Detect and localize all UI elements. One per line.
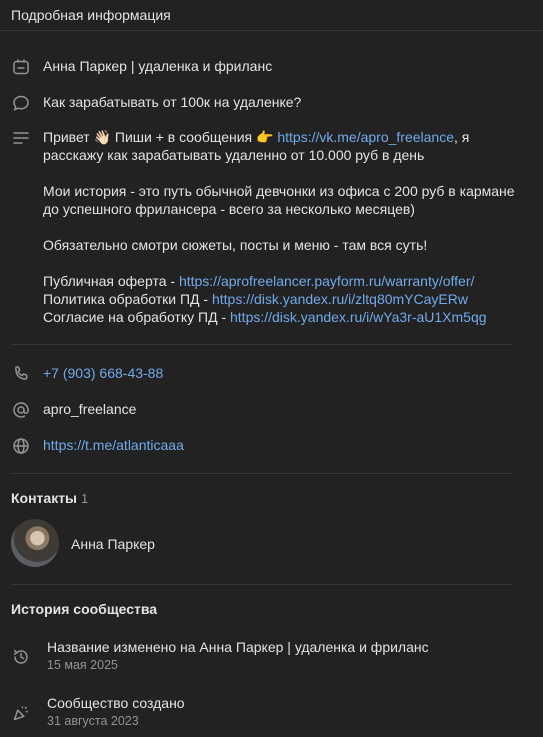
history-item-text: Название изменено на Анна Паркер | удале… [47, 639, 429, 655]
offer-line: Публичная оферта - https://aprofreelance… [43, 272, 531, 290]
offer-label: Публичная оферта - [43, 273, 179, 289]
section-divider [11, 344, 512, 345]
description-text: , я [454, 129, 470, 145]
phone-row: +7 (903) 668-43-88 [0, 364, 543, 382]
consent-label: Согласие на обработку ПД - [43, 309, 230, 325]
consent-line: Согласие на обработку ПД - https://disk.… [43, 308, 531, 326]
status-row: Как зарабатывать от 100к на удаленке? [0, 93, 543, 111]
status-text: Как зарабатывать от 100к на удаленке? [43, 94, 302, 110]
at-sign-icon [11, 400, 31, 420]
phone-link[interactable]: +7 (903) 668-43-88 [43, 365, 163, 381]
history-item-date: 15 мая 2025 [47, 658, 118, 672]
community-name: Анна Паркер | удаленка и фриланс [43, 58, 273, 74]
header-divider [0, 30, 543, 31]
text-lines-icon [11, 128, 31, 148]
history-item: Название изменено на Анна Паркер | удале… [47, 638, 429, 672]
description-text: Привет 👋🏻 Пиши + в сообщения 👉 [43, 129, 278, 145]
history-item-date: 31 августа 2023 [47, 714, 139, 728]
section-divider [11, 584, 512, 585]
community-name-row: Анна Паркер | удаленка и фриланс [0, 57, 543, 75]
globe-icon [11, 436, 31, 456]
description-line-5: Обязательно смотри сюжеты, посты и меню … [43, 237, 428, 253]
page-title: Подробная информация [11, 7, 171, 23]
history-item-text: Сообщество создано [47, 695, 185, 711]
page-header: Подробная информация [0, 0, 543, 30]
website-row: https://t.me/atlanticaaa [0, 436, 543, 454]
history-item: Сообщество создано 31 августа 2023 [47, 694, 185, 728]
description-row: Привет 👋🏻 Пиши + в сообщения 👉 https://v… [0, 128, 543, 326]
description-line-3: Мои история - это путь обычной девчонки … [43, 183, 515, 199]
description-line-1: Привет 👋🏻 Пиши + в сообщения 👉 https://v… [43, 128, 531, 146]
speech-bubble-icon [11, 93, 31, 113]
contacts-count: 1 [81, 491, 89, 506]
privacy-policy-link[interactable]: https://disk.yandex.ru/i/zltq80mYCayERw [212, 291, 468, 307]
contacts-title: Контакты [11, 490, 78, 506]
website-link[interactable]: https://t.me/atlanticaaa [43, 437, 184, 453]
privacy-policy-label: Политика обработки ПД - [43, 291, 212, 307]
consent-link[interactable]: https://disk.yandex.ru/i/wYa3r-aU1Xm5qg [230, 309, 487, 325]
party-popper-icon [11, 703, 31, 723]
calendar-icon [11, 57, 31, 77]
section-divider [11, 473, 512, 474]
offer-link[interactable]: https://aprofreelancer.payform.ru/warran… [179, 273, 474, 289]
vk-me-link[interactable]: https://vk.me/apro_freelance [277, 129, 454, 145]
description-line-2: расскажу как зарабатывать удаленно от 10… [43, 147, 425, 163]
phone-icon [11, 364, 31, 384]
contacts-heading: Контакты 1 [0, 490, 88, 506]
username-row: apro_freelance [0, 400, 543, 418]
avatar[interactable] [11, 519, 59, 567]
description-line-4: до успешного фрилансера - всего за неско… [43, 201, 415, 217]
contact-name[interactable]: Анна Паркер [71, 536, 155, 552]
history-heading: История сообщества [11, 601, 158, 617]
privacy-policy-line: Политика обработки ПД - https://disk.yan… [43, 290, 531, 308]
history-icon [11, 647, 31, 667]
username-text: apro_freelance [43, 401, 137, 417]
